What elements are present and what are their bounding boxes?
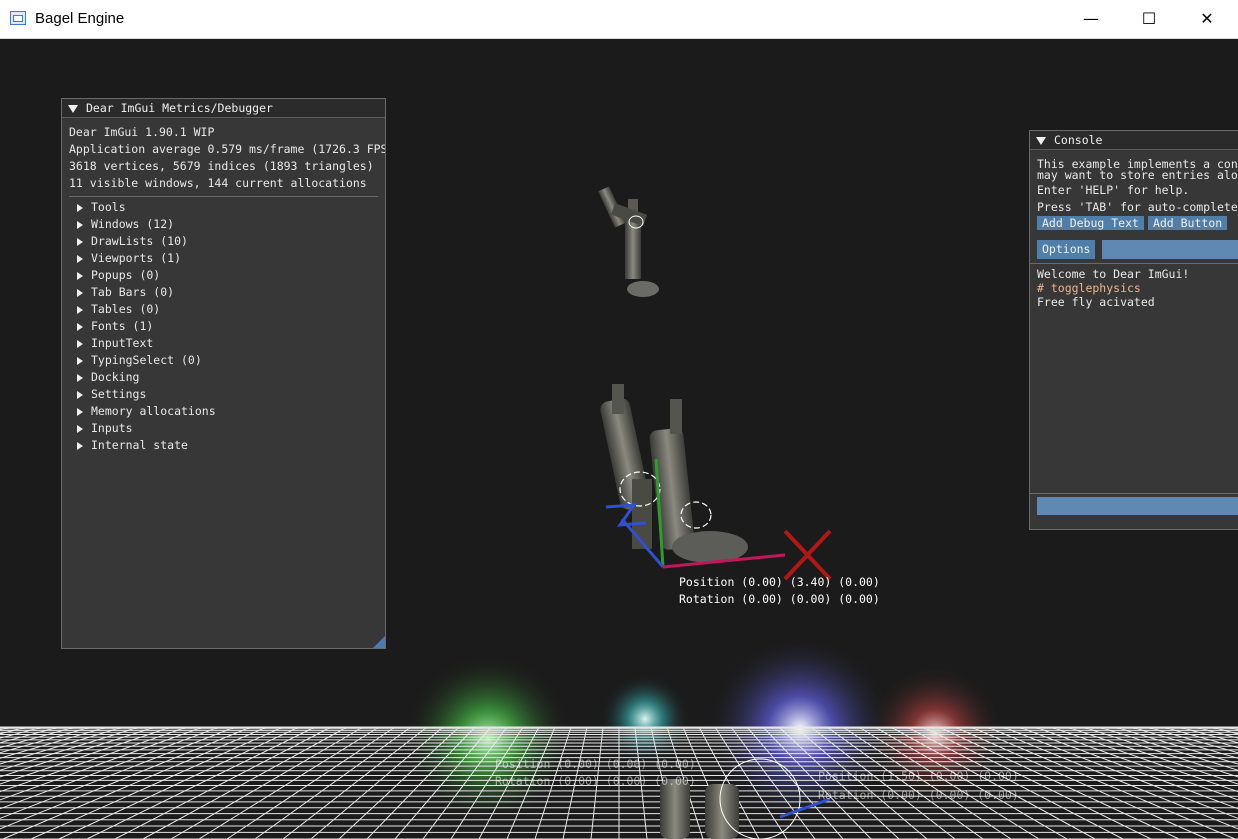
tree-node[interactable]: Popups (0) [69, 267, 385, 284]
collapse-arrow-icon[interactable] [68, 104, 78, 113]
app-title: Bagel Engine [35, 10, 125, 27]
filter-input[interactable] [1102, 240, 1238, 259]
tree-node-label: Tools [91, 200, 126, 214]
vertex-stats: 3618 vertices, 5679 indices (1893 triang… [69, 159, 374, 173]
tree-node-label: Windows (12) [91, 217, 175, 231]
tree-node-label: Popups (0) [91, 268, 161, 282]
tree-node-label: DrawLists (10) [91, 234, 188, 248]
tree-node[interactable]: Inputs [69, 420, 385, 437]
expand-arrow-icon[interactable] [77, 322, 83, 331]
tree-node[interactable]: Tables (0) [69, 301, 385, 318]
tree-node-label: Memory allocations [91, 404, 216, 418]
expand-arrow-icon[interactable] [77, 390, 83, 399]
tree-node[interactable]: Internal state [69, 437, 385, 454]
tree-node[interactable]: InputText [69, 335, 385, 352]
expand-arrow-icon[interactable] [77, 424, 83, 433]
expand-arrow-icon[interactable] [77, 220, 83, 229]
gizmo-rotation-readout: Rotation (0.00) (0.00) (0.00) [679, 592, 880, 606]
tree-node-label: TypingSelect (0) [91, 353, 202, 367]
add-debug-text-button[interactable]: Add Debug Text [1037, 216, 1144, 230]
minimize-button[interactable]: — [1062, 0, 1120, 38]
maximize-button[interactable]: ☐ [1120, 0, 1178, 38]
expand-arrow-icon[interactable] [77, 305, 83, 314]
metrics-title-bar[interactable]: Dear ImGui Metrics/Debugger [62, 99, 385, 118]
expand-arrow-icon[interactable] [77, 407, 83, 416]
floating-model [598, 186, 659, 297]
tree-node-label: Internal state [91, 438, 188, 452]
expand-arrow-icon[interactable] [77, 271, 83, 280]
console-intro-line: Press 'TAB' for auto-complete [1037, 200, 1238, 214]
tree-node-label: Tables (0) [91, 302, 161, 316]
command-input[interactable] [1037, 497, 1238, 515]
tree-node-label: InputText [91, 336, 154, 350]
tree-node[interactable]: Memory allocations [69, 403, 385, 420]
tree-node[interactable]: TypingSelect (0) [69, 352, 385, 369]
expand-arrow-icon[interactable] [77, 203, 83, 212]
tree-node[interactable]: Tools [69, 199, 385, 216]
tree-node-label: Docking [91, 370, 140, 384]
console-window[interactable]: Console This example implements a con ma… [1029, 130, 1238, 530]
expand-arrow-icon[interactable] [77, 373, 83, 382]
tree-node[interactable]: Windows (12) [69, 216, 385, 233]
console-title-bar[interactable]: Console [1030, 131, 1238, 150]
expand-arrow-icon[interactable] [77, 237, 83, 246]
console-intro-line: Enter 'HELP' for help. [1037, 183, 1190, 197]
app-window-icon [10, 11, 26, 25]
light-b-rotation-readout: Rotation (0.00) (0.00) (0.00) [818, 788, 1019, 802]
tree-node-label: Tab Bars (0) [91, 285, 175, 299]
tree-node[interactable]: DrawLists (10) [69, 233, 385, 250]
close-button[interactable]: ✕ [1178, 0, 1236, 38]
main-model [600, 384, 748, 563]
log-line: Welcome to Dear ImGui! [1037, 267, 1190, 281]
divider [1030, 263, 1238, 264]
collapse-arrow-icon[interactable] [1036, 136, 1046, 145]
log-line: Free fly acivated [1037, 295, 1155, 309]
cyan-light-glow [600, 674, 690, 764]
title-bar: Bagel Engine — ☐ ✕ [0, 0, 1238, 39]
gizmo-position-readout: Position (0.00) (3.40) (0.00) [679, 575, 880, 589]
window-stats: 11 visible windows, 144 current allocati… [69, 176, 367, 190]
console-title: Console [1054, 133, 1103, 147]
light-b-position-readout: Position (1.50) (0.00) (0.00) [818, 769, 1019, 783]
resize-grip[interactable] [373, 636, 385, 648]
divider [1030, 493, 1238, 494]
metrics-debugger-window[interactable]: Dear ImGui Metrics/Debugger Dear ImGui 1… [61, 98, 386, 649]
console-intro-line: may want to store entries alo [1037, 169, 1238, 182]
metrics-title: Dear ImGui Metrics/Debugger [86, 101, 273, 115]
tree-node[interactable]: Viewports (1) [69, 250, 385, 267]
tree-node-label: Fonts (1) [91, 319, 154, 333]
expand-arrow-icon[interactable] [77, 356, 83, 365]
expand-arrow-icon[interactable] [77, 339, 83, 348]
expand-arrow-icon[interactable] [77, 441, 83, 450]
log-command-line: # togglephysics [1037, 281, 1141, 295]
light-a-rotation-readout: Rotation (0.00) (0.00) (0.00) [495, 774, 696, 788]
frame-stats: Application average 0.579 ms/frame (1726… [69, 142, 385, 156]
expand-arrow-icon[interactable] [77, 254, 83, 263]
tree-node[interactable]: Docking [69, 369, 385, 386]
light-a-position-readout: Position (0.00) (0.00) (0.00) [495, 757, 696, 771]
tree-node[interactable]: Settings [69, 386, 385, 403]
imgui-version: Dear ImGui 1.90.1 WIP [69, 125, 215, 139]
tree-node-label: Inputs [91, 421, 133, 435]
divider [69, 196, 378, 197]
add-button-button[interactable]: Add Button [1147, 216, 1228, 230]
tree-node-label: Viewports (1) [91, 251, 182, 265]
tree-node[interactable]: Tab Bars (0) [69, 284, 385, 301]
options-button[interactable]: Options [1037, 240, 1096, 259]
expand-arrow-icon[interactable] [77, 288, 83, 297]
tree-node[interactable]: Fonts (1) [69, 318, 385, 335]
tree-node-label: Settings [91, 387, 147, 401]
console-log: Welcome to Dear ImGui! # togglephysics F… [1037, 267, 1238, 493]
